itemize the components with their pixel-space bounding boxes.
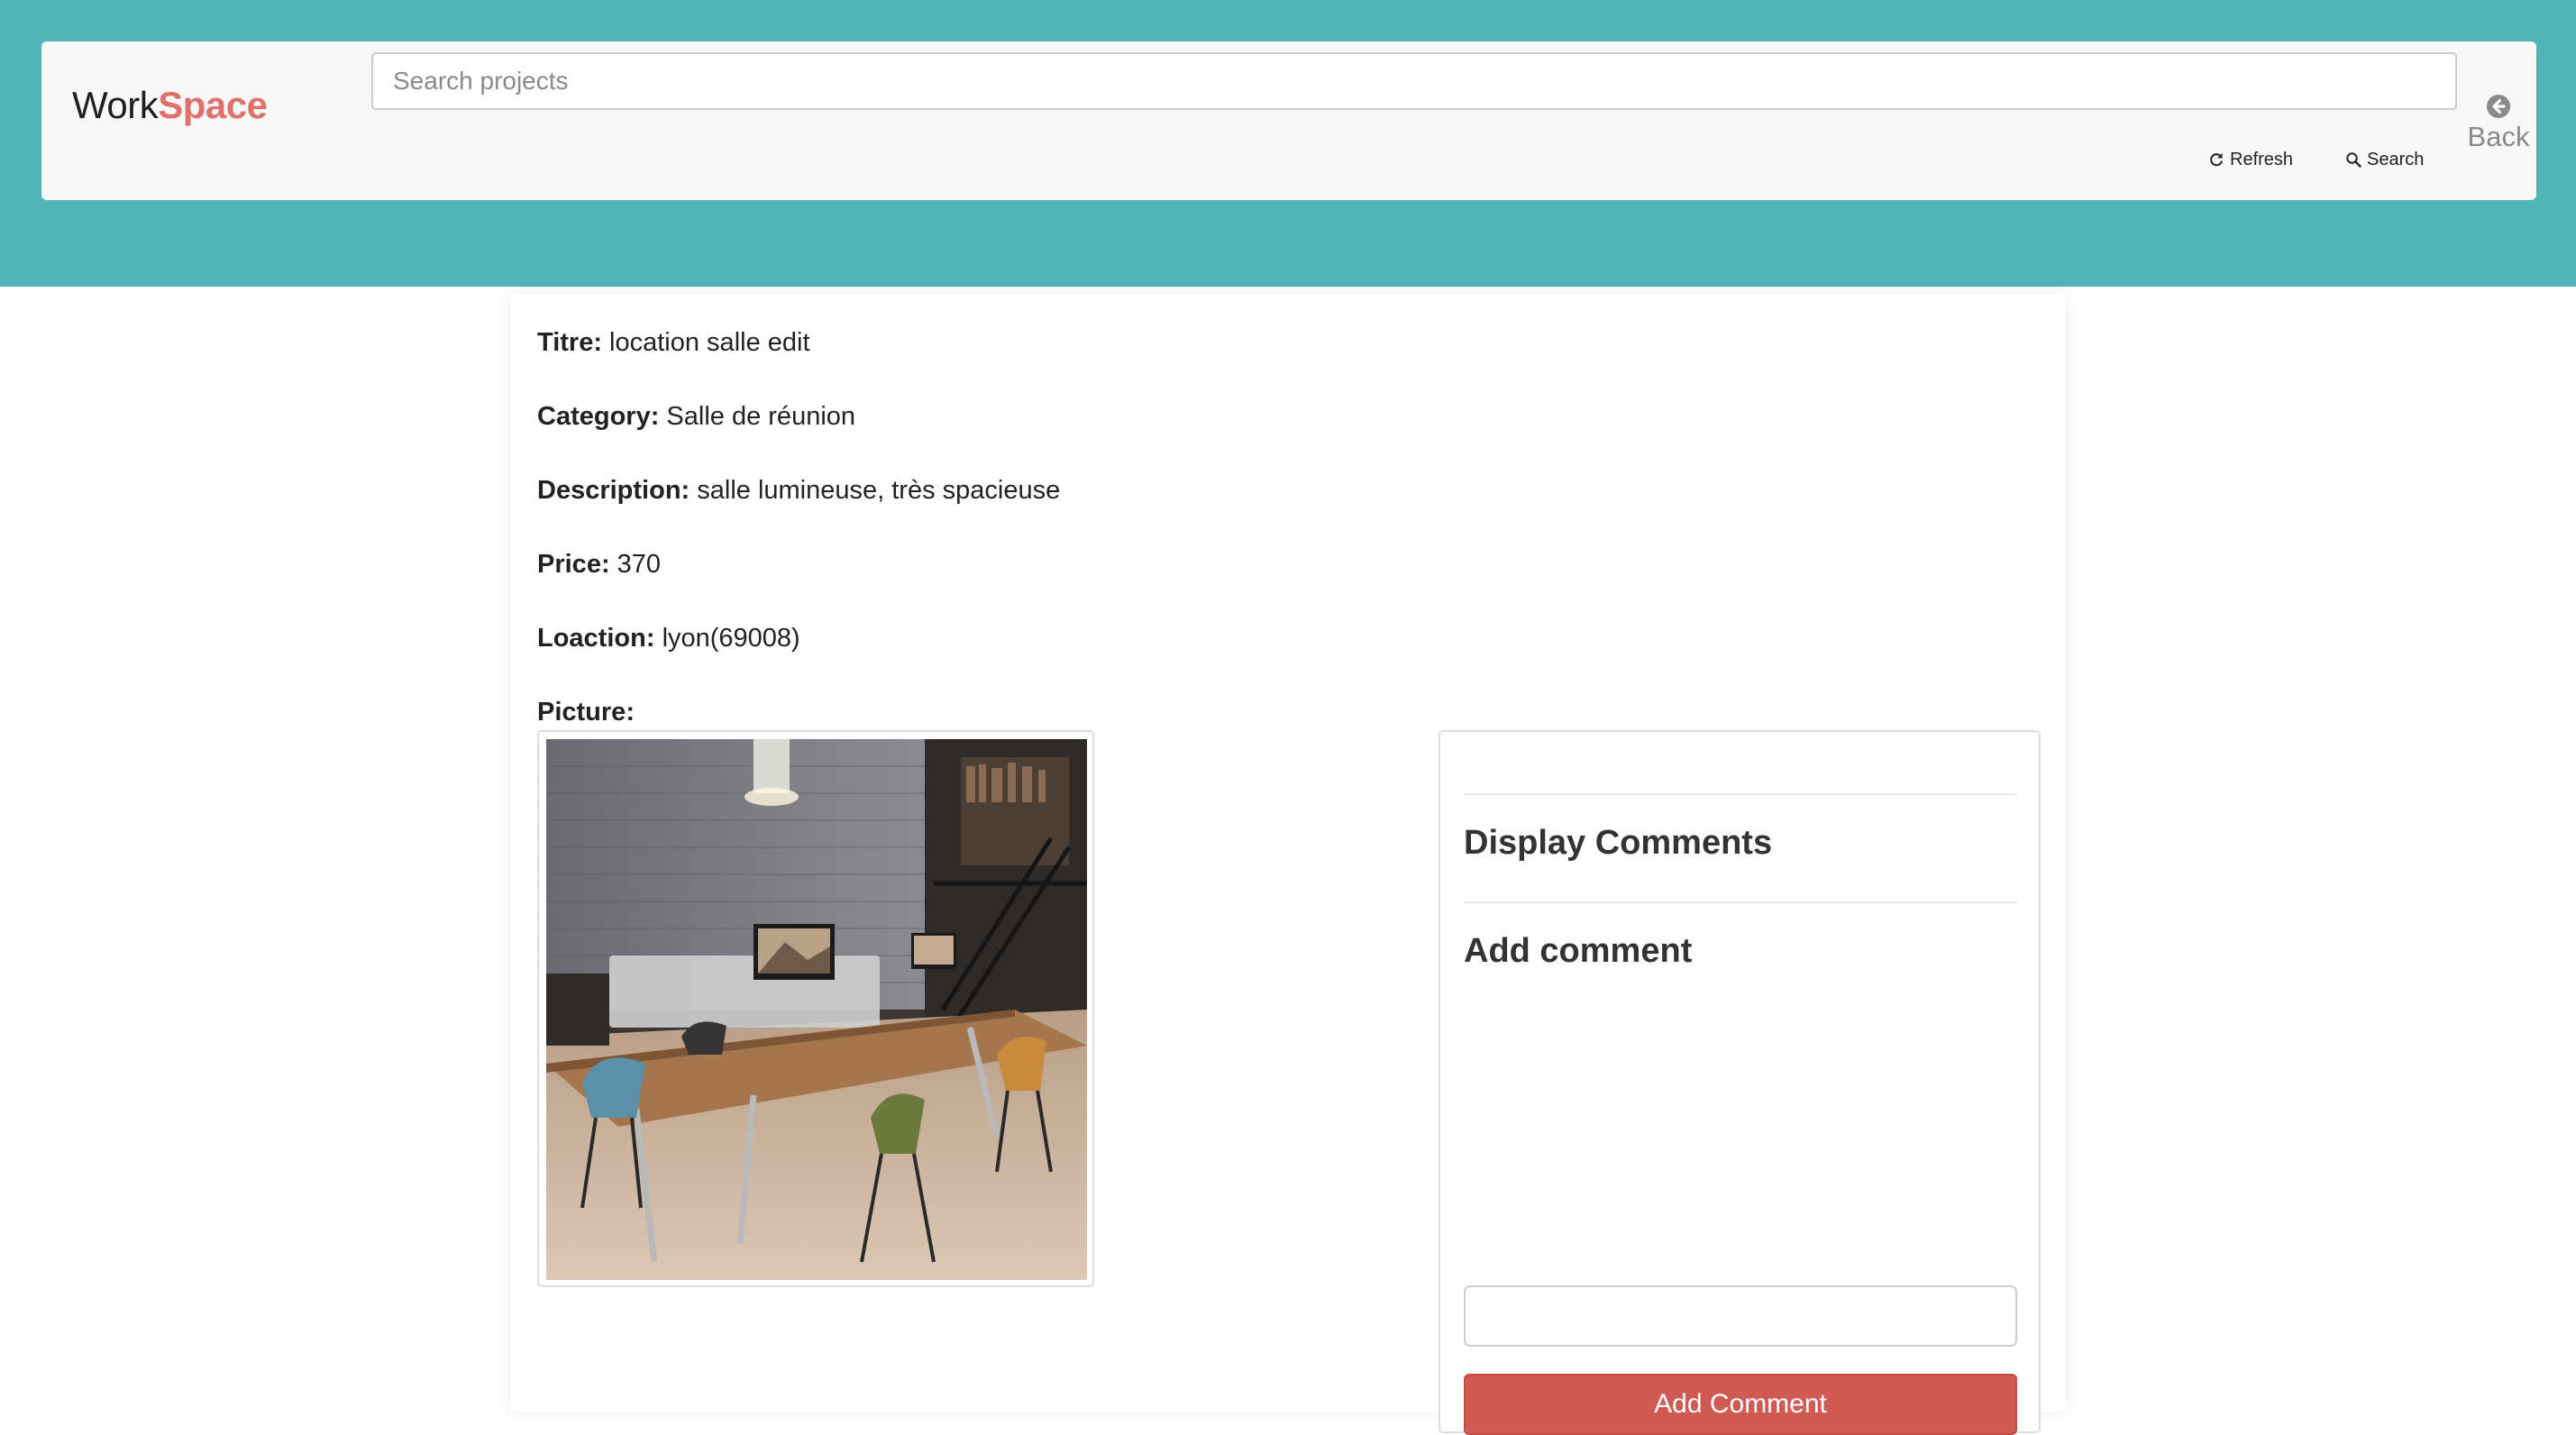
brand-part1: Work (72, 84, 159, 126)
divider (1464, 793, 2017, 795)
refresh-button[interactable]: Refresh (2208, 148, 2293, 171)
listing-details-card: Titre: location salle edit Category: Sal… (510, 294, 2066, 1435)
add-comment-heading: Add comment (1464, 932, 1693, 970)
location-field: Loaction: lyon(69008) (537, 626, 800, 652)
description-value: salle lumineuse, très spacieuse (697, 476, 1061, 505)
navbar: WorkSpace Refresh Search Back (41, 41, 2536, 200)
location-label: Loaction: (537, 624, 655, 653)
add-comment-button[interactable]: Add Comment (1464, 1374, 2017, 1435)
circle-arrow-left-icon (2487, 95, 2510, 118)
location-value: lyon(69008) (662, 624, 800, 653)
brand-part2: Space (158, 84, 268, 126)
title-label: Titre: (537, 328, 602, 357)
divider (1464, 901, 2017, 903)
category-field: Category: Salle de réunion (537, 404, 855, 430)
picture-field: Picture: (537, 699, 635, 726)
price-label: Price: (537, 550, 610, 579)
title-value: location salle edit (609, 328, 810, 357)
category-label: Category: (537, 402, 660, 431)
price-field: Price: 370 (537, 552, 661, 578)
magnifier-icon (2346, 152, 2361, 168)
refresh-label: Refresh (2230, 150, 2294, 169)
search-button[interactable]: Search (2345, 148, 2424, 171)
refresh-icon (2210, 153, 2223, 167)
price-value: 370 (617, 550, 662, 579)
back-label: Back (2467, 121, 2530, 152)
description-field: Description: salle lumineuse, très spaci… (537, 478, 1060, 504)
comment-input[interactable] (1464, 1285, 2017, 1347)
picture-label: Picture: (537, 698, 635, 727)
listing-picture (537, 730, 1094, 1287)
search-input[interactable] (371, 52, 2457, 110)
title-field: Titre: location salle edit (537, 330, 810, 356)
category-value: Salle de réunion (666, 402, 856, 431)
search-label: Search (2367, 150, 2425, 169)
display-comments-heading: Display Comments (1464, 824, 1773, 862)
comments-panel: Display Comments Add comment Add Comment (1439, 730, 2041, 1435)
back-link[interactable]: Back (2466, 94, 2531, 153)
brand-logo[interactable]: WorkSpace (72, 84, 268, 126)
description-label: Description: (537, 476, 690, 505)
office-room-photo (546, 739, 1087, 1280)
